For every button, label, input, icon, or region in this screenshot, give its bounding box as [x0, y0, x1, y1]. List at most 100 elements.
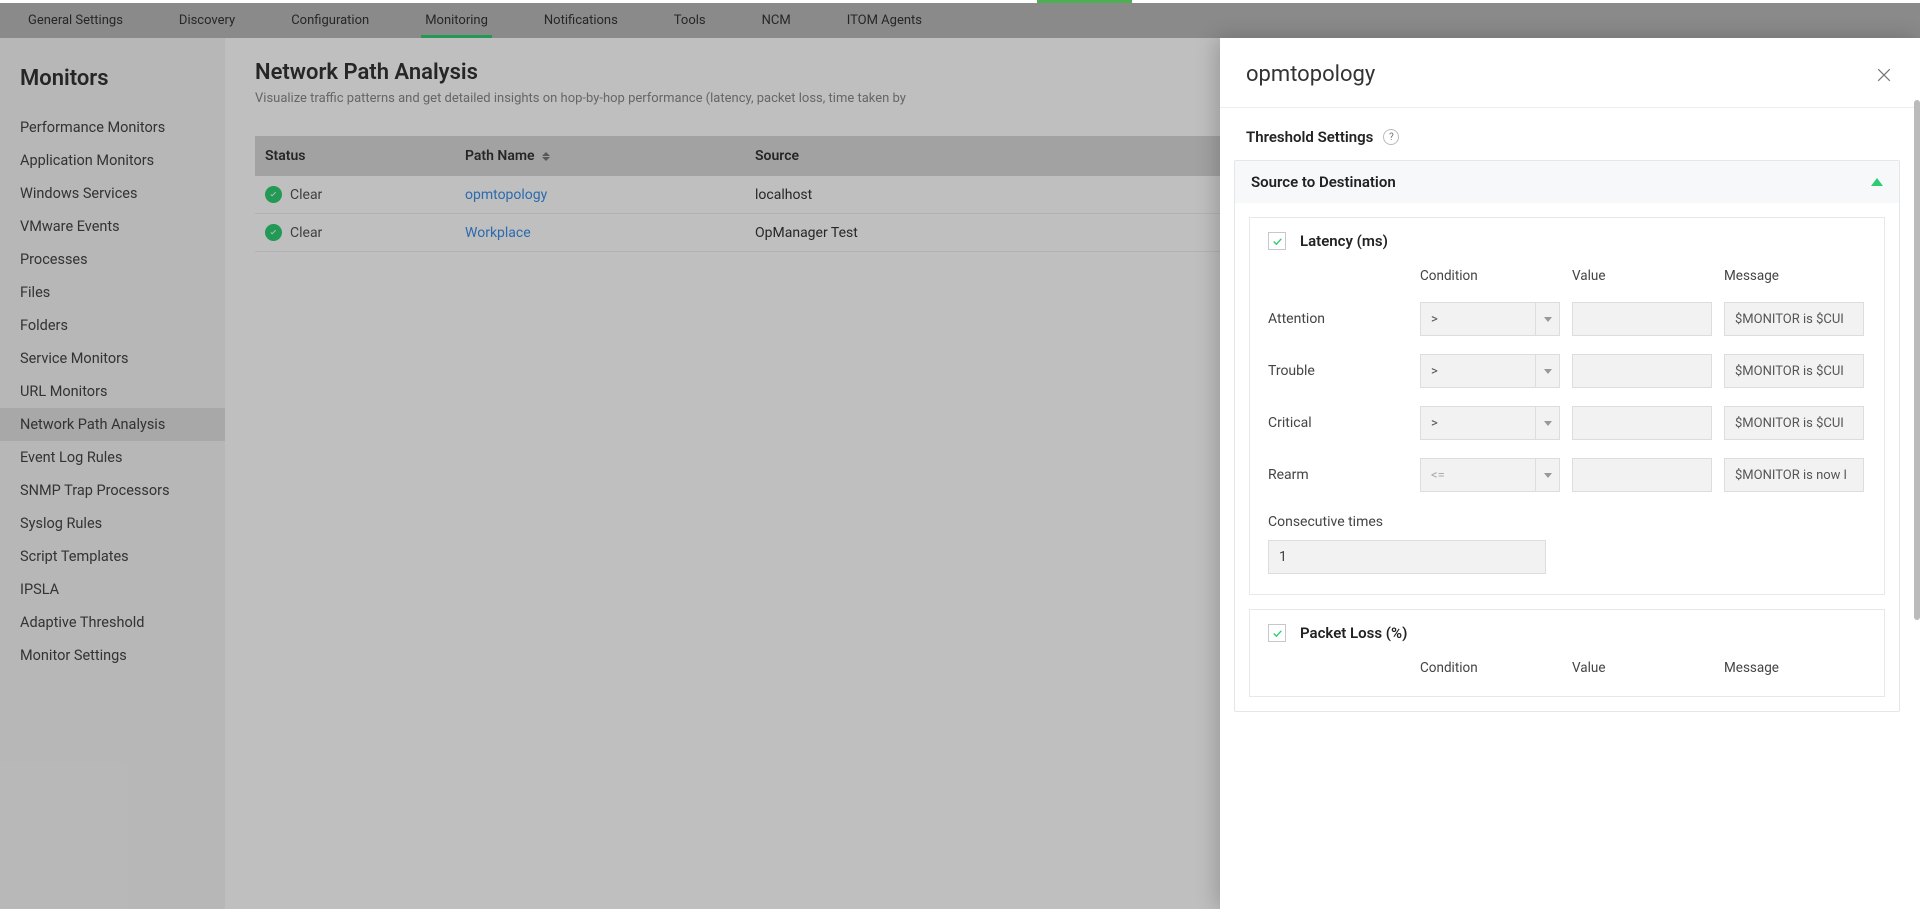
condition-select-critical[interactable]: >: [1420, 406, 1560, 440]
checkbox-latency[interactable]: [1268, 232, 1286, 250]
col-value: Value: [1572, 660, 1712, 676]
sidebar-item-event-log-rules[interactable]: Event Log Rules: [0, 441, 225, 474]
metric-name: Latency (ms): [1300, 232, 1388, 250]
chevron-down-icon: [1535, 459, 1559, 491]
metric-header: Latency (ms): [1268, 232, 1866, 250]
value-input-attention[interactable]: [1572, 302, 1712, 336]
select-value: <=: [1431, 468, 1445, 483]
top-tab-general-settings[interactable]: General Settings: [0, 3, 151, 38]
sidebar-item-label: Syslog Rules: [20, 515, 102, 532]
col-message: Message: [1724, 660, 1864, 676]
condition-select-rearm[interactable]: <=: [1420, 458, 1560, 492]
value-input-rearm[interactable]: [1572, 458, 1712, 492]
top-tab-label: ITOM Agents: [847, 13, 922, 28]
accordion-title: Source to Destination: [1251, 173, 1396, 191]
top-tab-label: General Settings: [28, 13, 123, 28]
col-path-name-label: Path Name: [465, 148, 535, 164]
sidebar-item-label: SNMP Trap Processors: [20, 482, 170, 499]
sidebar-item-snmp-trap-processors[interactable]: SNMP Trap Processors: [0, 474, 225, 507]
accordion-source-to-destination: Source to Destination Latency (ms) Condi…: [1234, 160, 1900, 712]
panel-body[interactable]: Threshold Settings ? Source to Destinati…: [1220, 107, 1920, 909]
value-input-trouble[interactable]: [1572, 354, 1712, 388]
condition-select-trouble[interactable]: >: [1420, 354, 1560, 388]
sidebar-item-label: Processes: [20, 251, 88, 268]
top-tab-notifications[interactable]: Notifications: [516, 3, 646, 38]
top-tab-ncm[interactable]: NCM: [734, 3, 819, 38]
top-tab-label: Monitoring: [425, 13, 488, 28]
message-input-critical[interactable]: [1724, 406, 1864, 440]
sidebar-item-script-templates[interactable]: Script Templates: [0, 540, 225, 573]
chevron-down-icon: [1535, 355, 1559, 387]
sidebar-item-adaptive-threshold[interactable]: Adaptive Threshold: [0, 606, 225, 639]
status-cell: Clear: [265, 224, 445, 241]
checkbox-packet-loss[interactable]: [1268, 624, 1286, 642]
sidebar-item-files[interactable]: Files: [0, 276, 225, 309]
status-ok-icon: [265, 224, 282, 241]
sidebar-item-ipsla[interactable]: IPSLA: [0, 573, 225, 606]
sidebar-item-label: Application Monitors: [20, 152, 154, 169]
accordion-header[interactable]: Source to Destination: [1235, 161, 1899, 203]
row-label-trouble: Trouble: [1268, 363, 1408, 379]
row-label-critical: Critical: [1268, 415, 1408, 431]
top-tab-configuration[interactable]: Configuration: [263, 3, 397, 38]
sidebar-item-label: VMware Events: [20, 218, 120, 235]
top-tab-label: Notifications: [544, 13, 618, 28]
sidebar-item-label: Network Path Analysis: [20, 416, 165, 433]
top-tab-label: Discovery: [179, 13, 235, 28]
sidebar-item-label: Script Templates: [20, 548, 129, 565]
sidebar-item-label: Monitor Settings: [20, 647, 127, 664]
sidebar-item-windows-services[interactable]: Windows Services: [0, 177, 225, 210]
close-icon[interactable]: [1874, 65, 1894, 85]
message-input-attention[interactable]: [1724, 302, 1864, 336]
top-tab-discovery[interactable]: Discovery: [151, 3, 263, 38]
col-status[interactable]: Status: [255, 136, 455, 176]
path-link-workplace[interactable]: Workplace: [465, 225, 531, 241]
metric-header: Packet Loss (%): [1268, 624, 1866, 642]
sidebar-item-folders[interactable]: Folders: [0, 309, 225, 342]
value-input-critical[interactable]: [1572, 406, 1712, 440]
threshold-grid-packet-loss: Condition Value Message: [1268, 660, 1866, 676]
sidebar-item-network-path-analysis[interactable]: Network Path Analysis: [0, 408, 225, 441]
path-link-opmtopology[interactable]: opmtopology: [465, 187, 547, 203]
message-input-trouble[interactable]: [1724, 354, 1864, 388]
sidebar-item-vmware-events[interactable]: VMware Events: [0, 210, 225, 243]
top-tab-itom-agents[interactable]: ITOM Agents: [819, 3, 950, 38]
sidebar-item-application-monitors[interactable]: Application Monitors: [0, 144, 225, 177]
threshold-grid-latency: Condition Value Message Attention > Trou…: [1268, 268, 1866, 492]
sidebar-item-performance-monitors[interactable]: Performance Monitors: [0, 111, 225, 144]
col-condition: Condition: [1420, 660, 1560, 676]
sidebar-item-processes[interactable]: Processes: [0, 243, 225, 276]
top-tab-monitoring[interactable]: Monitoring: [397, 3, 516, 38]
metric-name: Packet Loss (%): [1300, 624, 1407, 642]
status-text: Clear: [290, 225, 322, 241]
sidebar-item-label: Adaptive Threshold: [20, 614, 144, 631]
section-title-row: Threshold Settings ?: [1220, 108, 1914, 160]
sidebar-item-label: Files: [20, 284, 50, 301]
col-message: Message: [1724, 268, 1864, 284]
consecutive-input[interactable]: [1268, 540, 1546, 574]
sort-icon: [542, 152, 550, 161]
sidebar-item-label: Windows Services: [20, 185, 137, 202]
message-input-rearm[interactable]: [1724, 458, 1864, 492]
sidebar-item-url-monitors[interactable]: URL Monitors: [0, 375, 225, 408]
chevron-up-icon: [1871, 178, 1883, 186]
sidebar-item-label: Service Monitors: [20, 350, 129, 367]
sidebar-item-service-monitors[interactable]: Service Monitors: [0, 342, 225, 375]
top-tab-tools[interactable]: Tools: [646, 3, 734, 38]
col-condition: Condition: [1420, 268, 1560, 284]
panel-title: opmtopology: [1246, 62, 1375, 87]
threshold-settings-panel: opmtopology Threshold Settings ? Source …: [1220, 38, 1920, 909]
status-ok-icon: [265, 186, 282, 203]
panel-scrollbar[interactable]: [1914, 100, 1920, 620]
sidebar-item-syslog-rules[interactable]: Syslog Rules: [0, 507, 225, 540]
sidebar-item-label: Performance Monitors: [20, 119, 165, 136]
sidebar-item-monitor-settings[interactable]: Monitor Settings: [0, 639, 225, 672]
col-path-name[interactable]: Path Name: [455, 136, 745, 176]
row-label-attention: Attention: [1268, 311, 1408, 327]
top-tab-label: Tools: [674, 13, 706, 28]
consecutive-times-block: Consecutive times: [1268, 514, 1866, 574]
condition-select-attention[interactable]: >: [1420, 302, 1560, 336]
top-tab-bar: General Settings Discovery Configuration…: [0, 3, 1920, 38]
consecutive-label: Consecutive times: [1268, 514, 1866, 530]
help-icon[interactable]: ?: [1383, 129, 1399, 145]
